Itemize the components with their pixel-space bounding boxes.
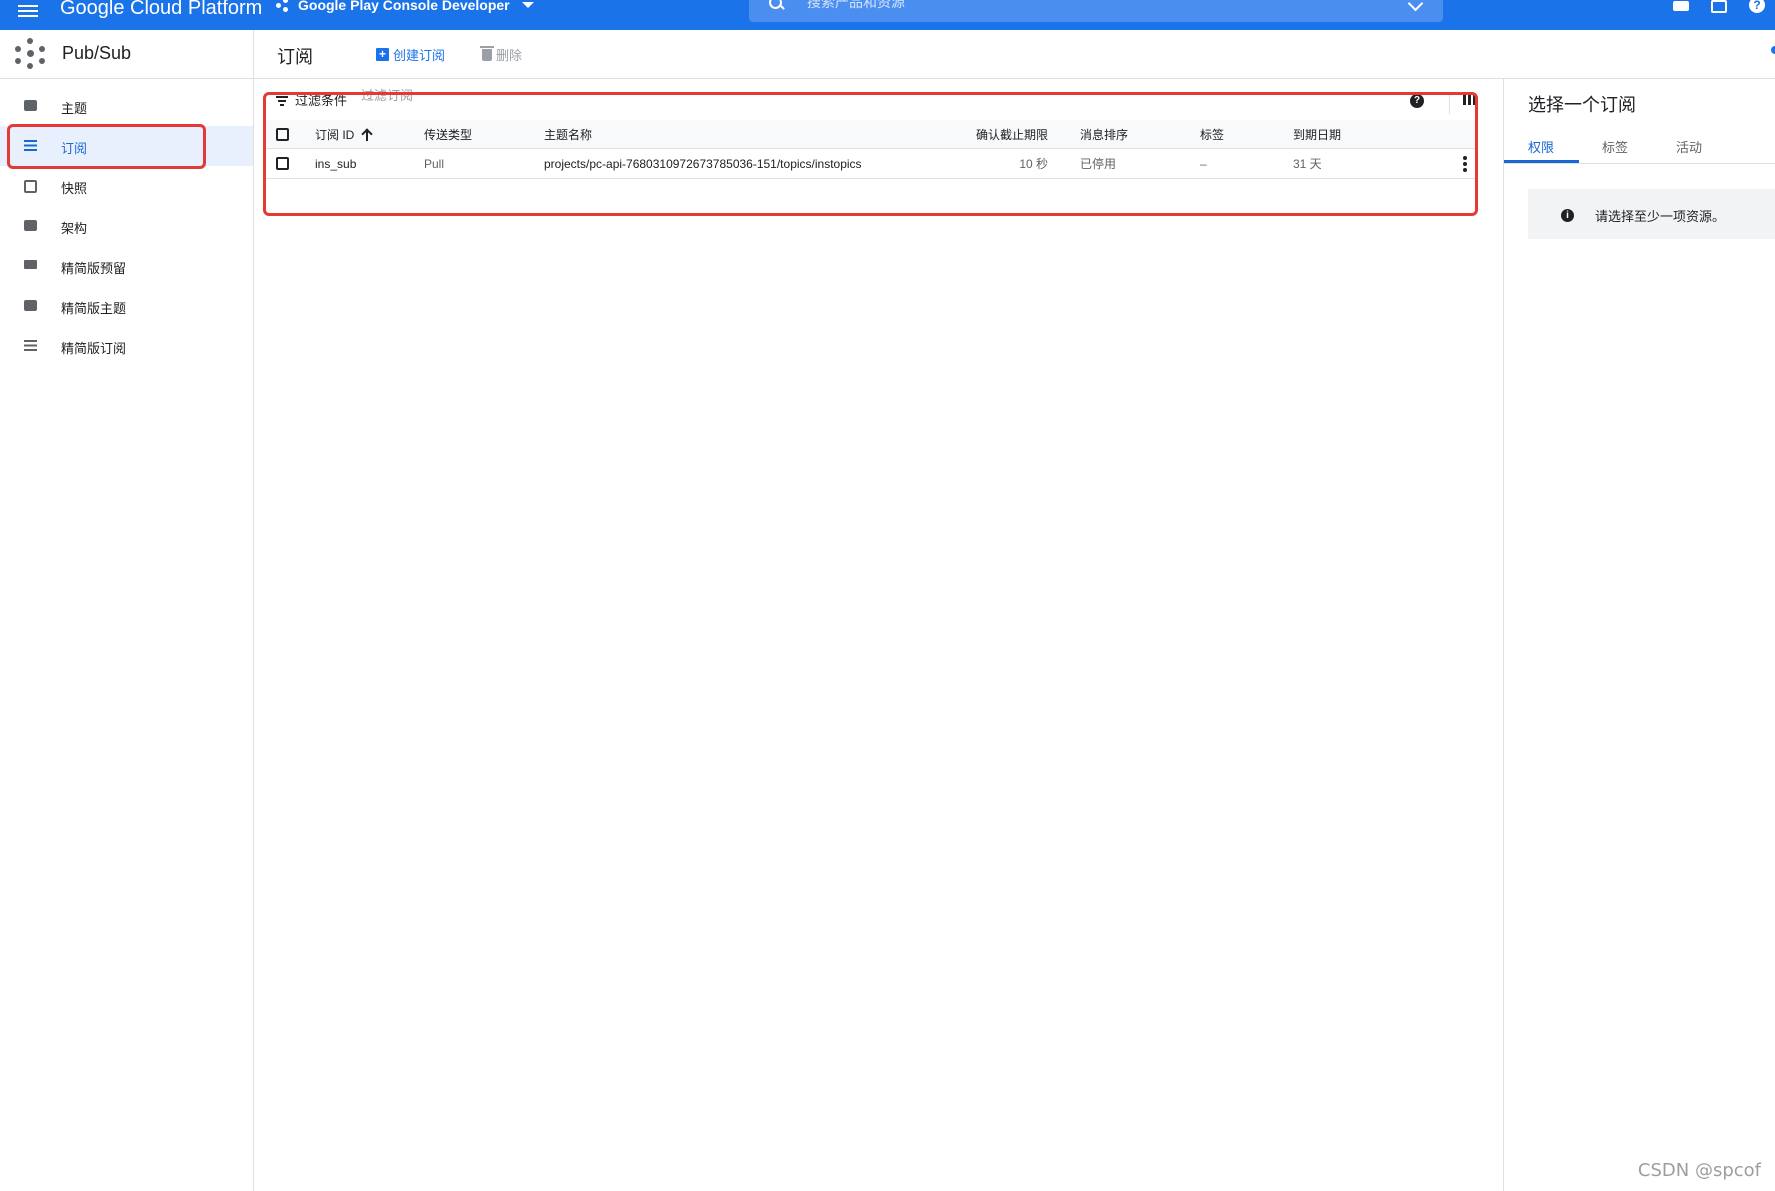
nav-item-lite-topics[interactable]: 精简版主题: [0, 286, 253, 326]
chat-icon: [24, 300, 37, 311]
gift-icon[interactable]: [1673, 1, 1689, 11]
nav-item-label: 快照: [61, 181, 88, 196]
project-name: Google Play Console Developer: [298, 0, 510, 13]
info-message-text: 请选择至少一项资源。: [1595, 209, 1726, 224]
nav-item-schemas[interactable]: 架构: [0, 206, 253, 246]
chevron-down-icon[interactable]: [1407, 0, 1424, 12]
search-input[interactable]: [805, 0, 1369, 12]
nav-item-label: 精简版主题: [61, 301, 127, 316]
trash-icon: [480, 45, 494, 61]
info-panel: 选择一个订阅 权限 标签 活动 i 请选择至少一项资源。: [1503, 79, 1775, 1191]
page-title: 订阅: [277, 47, 313, 67]
nav-item-lite-reservations[interactable]: 精简版预留: [0, 246, 253, 286]
gcp-brand[interactable]: Google Cloud Platform: [60, 0, 262, 20]
list-icon: [24, 340, 37, 351]
pubsub-logo-icon: [15, 38, 45, 69]
service-title: Pub/Sub: [62, 43, 132, 63]
nav-item-label: 架构: [61, 221, 88, 236]
cloud-shell-icon[interactable]: [1711, 0, 1727, 13]
active-tab-indicator: [1504, 160, 1579, 163]
create-subscription-button[interactable]: + 创建订阅: [376, 45, 445, 64]
info-icon: i: [1561, 209, 1574, 222]
nav-item-lite-subscriptions[interactable]: 精简版订阅: [0, 326, 253, 366]
snapshot-icon: [24, 180, 37, 193]
tab-labels[interactable]: 标签: [1602, 137, 1628, 156]
nav-item-snapshots[interactable]: 快照: [0, 166, 253, 206]
project-selector[interactable]: Google Play Console Developer: [276, 0, 534, 13]
nav-item-label: 精简版订阅: [61, 341, 127, 356]
hamburger-menu-icon[interactable]: [18, 2, 42, 22]
search-icon: [769, 0, 783, 10]
create-subscription-label: 创建订阅: [393, 48, 446, 63]
nav-item-topics[interactable]: 主题: [0, 86, 253, 126]
nav-item-label: 主题: [61, 101, 88, 116]
delete-label: 删除: [496, 48, 523, 63]
global-search[interactable]: [749, 0, 1443, 22]
top-actions: ?: [1673, 0, 1775, 30]
table-highlight-box: [263, 92, 1478, 216]
tab-activity[interactable]: 活动: [1676, 137, 1702, 156]
caret-down-icon: [521, 2, 534, 8]
help-icon[interactable]: ?: [1749, 0, 1765, 13]
top-app-bar: Google Cloud Platform Google Play Consol…: [0, 0, 1775, 30]
watermark: CSDN @spcof: [1637, 1160, 1761, 1181]
project-dots-icon: [276, 0, 292, 12]
tab-permissions[interactable]: 权限: [1528, 137, 1554, 156]
left-nav: Pub/Sub 主题 订阅 快照 架构 精简版预留 精简版主题 精简版订阅: [0, 30, 254, 1191]
info-message: i 请选择至少一项资源。: [1528, 189, 1775, 239]
schema-icon: [24, 220, 37, 231]
page-header: 订阅 + 创建订阅 删除: [254, 30, 1775, 79]
nav-item-label: 精简版预留: [61, 261, 127, 276]
info-panel-title: 选择一个订阅: [1528, 95, 1636, 115]
info-panel-tabs: 权限 标签 活动: [1504, 127, 1775, 164]
delete-button[interactable]: 删除: [480, 45, 523, 64]
add-box-icon: +: [376, 48, 389, 61]
service-header: Pub/Sub: [0, 30, 253, 79]
nav-highlight-box: [7, 124, 206, 169]
chat-icon: [24, 100, 37, 111]
edge-indicator-icon: [1771, 46, 1775, 54]
reservation-icon: [24, 260, 37, 269]
